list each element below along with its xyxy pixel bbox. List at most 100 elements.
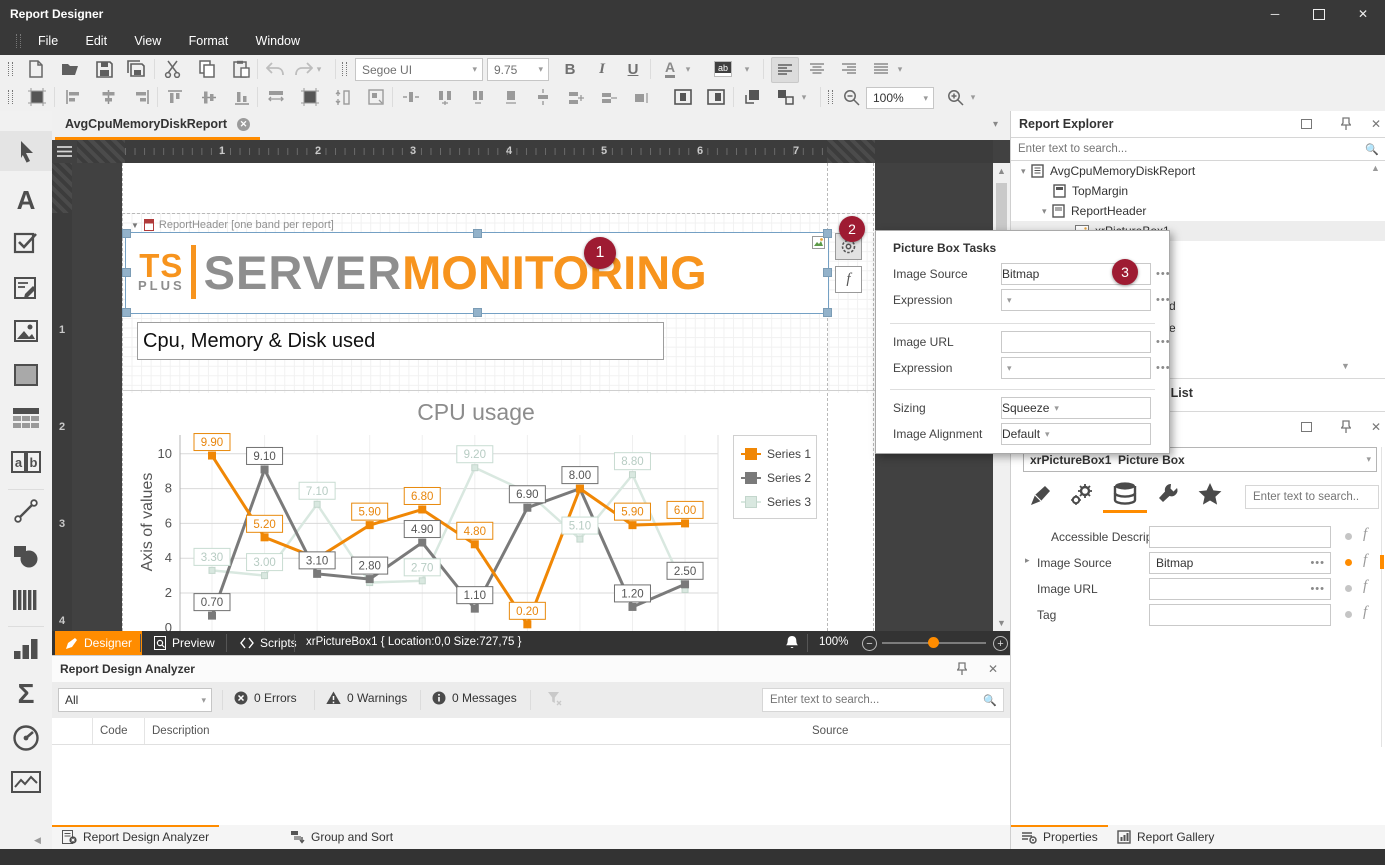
paste-icon[interactable] <box>228 57 254 81</box>
expression-f-icon[interactable]: f <box>1363 604 1367 621</box>
ellipsis-button[interactable]: ••• <box>1151 268 1176 280</box>
menu-format[interactable]: Format <box>177 28 241 54</box>
close-icon[interactable]: ✕ <box>988 662 998 676</box>
search-icon[interactable]: 🔍 <box>1359 143 1385 156</box>
tab-list-dropdown-icon[interactable]: ▾ <box>993 119 998 130</box>
menu-window[interactable]: Window <box>244 28 312 54</box>
search-icon[interactable]: 🔍 <box>977 694 1003 707</box>
ellipsis-button[interactable]: ••• <box>1305 557 1330 569</box>
column-description[interactable]: Description <box>152 725 210 737</box>
properties-tab-favorites-icon[interactable] <box>1197 482 1223 506</box>
selection-handle[interactable] <box>122 308 131 317</box>
increase-horizontal-spacing-icon[interactable] <box>432 85 458 109</box>
tree-scroll-down-icon[interactable]: ▼ <box>1341 361 1350 371</box>
selection-handle[interactable] <box>473 308 482 317</box>
align-lefts-icon[interactable] <box>60 85 86 109</box>
same-size-icon[interactable] <box>363 85 389 109</box>
line-tool[interactable] <box>0 491 52 531</box>
panel-tool[interactable] <box>0 355 52 395</box>
close-icon[interactable]: ✕ <box>1371 420 1381 434</box>
pin-icon[interactable] <box>957 662 967 675</box>
expression-field[interactable]: ▾ <box>1001 357 1151 379</box>
tab-report-gallery[interactable]: Report Gallery <box>1107 825 1224 849</box>
same-width-icon[interactable] <box>263 85 289 109</box>
menu-view[interactable]: View <box>122 28 173 54</box>
menu-file[interactable]: File <box>26 28 70 54</box>
pivot-grid-tool[interactable]: Σ <box>0 674 52 714</box>
band-menu-icon[interactable] <box>52 140 77 163</box>
checkbox-tool[interactable] <box>0 223 52 263</box>
align-tops-icon[interactable] <box>162 85 188 109</box>
order-dropdown-icon[interactable]: ▾ <box>797 85 811 109</box>
size-to-grid-icon[interactable] <box>297 85 323 109</box>
messages-count[interactable]: 0 Messages <box>432 691 517 705</box>
space-horizontally-icon[interactable] <box>398 85 424 109</box>
band-collapse-icon[interactable]: ▼ <box>131 221 139 230</box>
tab-avgcpumemorydiskreport[interactable]: AvgCpuMemoryDiskReport ✕ <box>55 111 260 140</box>
align-middles-icon[interactable] <box>196 85 222 109</box>
horizontal-ruler[interactable]: 1 2 3 4 5 6 7 <box>77 140 993 163</box>
chevron-down-icon[interactable]: ▾ <box>1021 166 1031 177</box>
align-bottoms-icon[interactable] <box>229 85 255 109</box>
cut-icon[interactable] <box>159 57 185 81</box>
font-size-select[interactable]: 9.75▾ <box>487 58 549 81</box>
maximize-icon[interactable] <box>1297 0 1341 28</box>
report-explorer-search[interactable]: 🔍 <box>1011 137 1385 161</box>
ellipsis-button[interactable]: ••• <box>1151 362 1176 374</box>
zoom-in-slider-icon[interactable]: + <box>993 636 1008 651</box>
save-all-icon[interactable] <box>123 57 149 81</box>
align-left-button[interactable] <box>771 57 799 83</box>
properties-search[interactable]: 🔍 <box>1245 485 1379 509</box>
selection-handle[interactable] <box>823 268 832 277</box>
selection-handle[interactable] <box>122 268 131 277</box>
tree-item-report[interactable]: ▾ AvgCpuMemoryDiskReport <box>1011 161 1385 181</box>
filter-icon[interactable] <box>547 691 562 706</box>
tree-item-reportheader[interactable]: ▾ ReportHeader <box>1011 201 1385 221</box>
properties-tab-layout-icon[interactable] <box>1157 482 1181 506</box>
align-right-button[interactable] <box>836 57 862 81</box>
image-alignment-field[interactable]: Default▾ <box>1001 423 1151 445</box>
align-justify-button[interactable] <box>868 57 894 81</box>
tab-designer[interactable]: Designer <box>55 631 142 655</box>
font-color-dropdown-icon[interactable]: ▾ <box>681 57 695 81</box>
maximize-panel-icon[interactable] <box>1301 118 1312 132</box>
vertical-ruler[interactable]: 1 2 3 4 <box>52 163 72 631</box>
chart-tool[interactable] <box>0 629 52 669</box>
tab-preview[interactable]: Preview <box>144 631 225 655</box>
pin-icon[interactable] <box>1341 117 1351 130</box>
same-height-icon[interactable] <box>330 85 356 109</box>
tree-item-partial[interactable]: e <box>1169 321 1176 335</box>
align-centers-icon[interactable] <box>95 85 121 109</box>
properties-tab-data-icon[interactable] <box>1111 481 1139 507</box>
errors-count[interactable]: 0 Errors <box>234 691 297 705</box>
report-explorer-search-input[interactable] <box>1011 143 1359 155</box>
column-code[interactable]: Code <box>100 725 128 737</box>
sparkline-tool[interactable] <box>0 762 52 802</box>
save-icon[interactable] <box>91 57 117 81</box>
align-dropdown-icon[interactable]: ▾ <box>893 57 907 81</box>
layout-toolbar-grip[interactable] <box>8 90 13 104</box>
chart-control[interactable]: CPU usage Axis of values 02468103.303.00… <box>125 393 827 631</box>
expression-f-button[interactable]: f <box>835 266 862 293</box>
prop-field-accessible-description[interactable] <box>1149 526 1331 548</box>
zoom-toolbar-grip[interactable] <box>828 90 833 104</box>
close-icon[interactable]: ✕ <box>1371 117 1381 131</box>
snap-to-grid-icon[interactable] <box>24 85 50 109</box>
label-tool[interactable]: A <box>0 180 52 220</box>
bold-button[interactable]: B <box>557 57 583 81</box>
ellipsis-button[interactable]: ••• <box>1151 294 1176 306</box>
tab-scripts[interactable]: Scripts <box>230 631 307 655</box>
scroll-down-icon[interactable]: ▼ <box>993 615 1010 631</box>
font-family-select[interactable]: Segoe UI▾ <box>355 58 483 81</box>
prop-field-image-url[interactable]: ••• <box>1149 578 1331 600</box>
zoom-level-select[interactable]: 100%▾ <box>866 87 934 109</box>
expression-f-icon[interactable]: f <box>1363 526 1367 543</box>
warnings-count[interactable]: 0 Warnings <box>326 691 407 705</box>
zoom-out-slider-icon[interactable]: − <box>862 636 877 651</box>
selection-handle[interactable] <box>823 308 832 317</box>
notifications-bell-icon[interactable] <box>785 635 799 650</box>
ellipsis-button[interactable]: ••• <box>1151 336 1176 348</box>
properties-scroll-track[interactable] <box>1381 447 1382 747</box>
tab-properties[interactable]: Properties <box>1011 825 1108 849</box>
decrease-horizontal-spacing-icon[interactable] <box>465 85 491 109</box>
